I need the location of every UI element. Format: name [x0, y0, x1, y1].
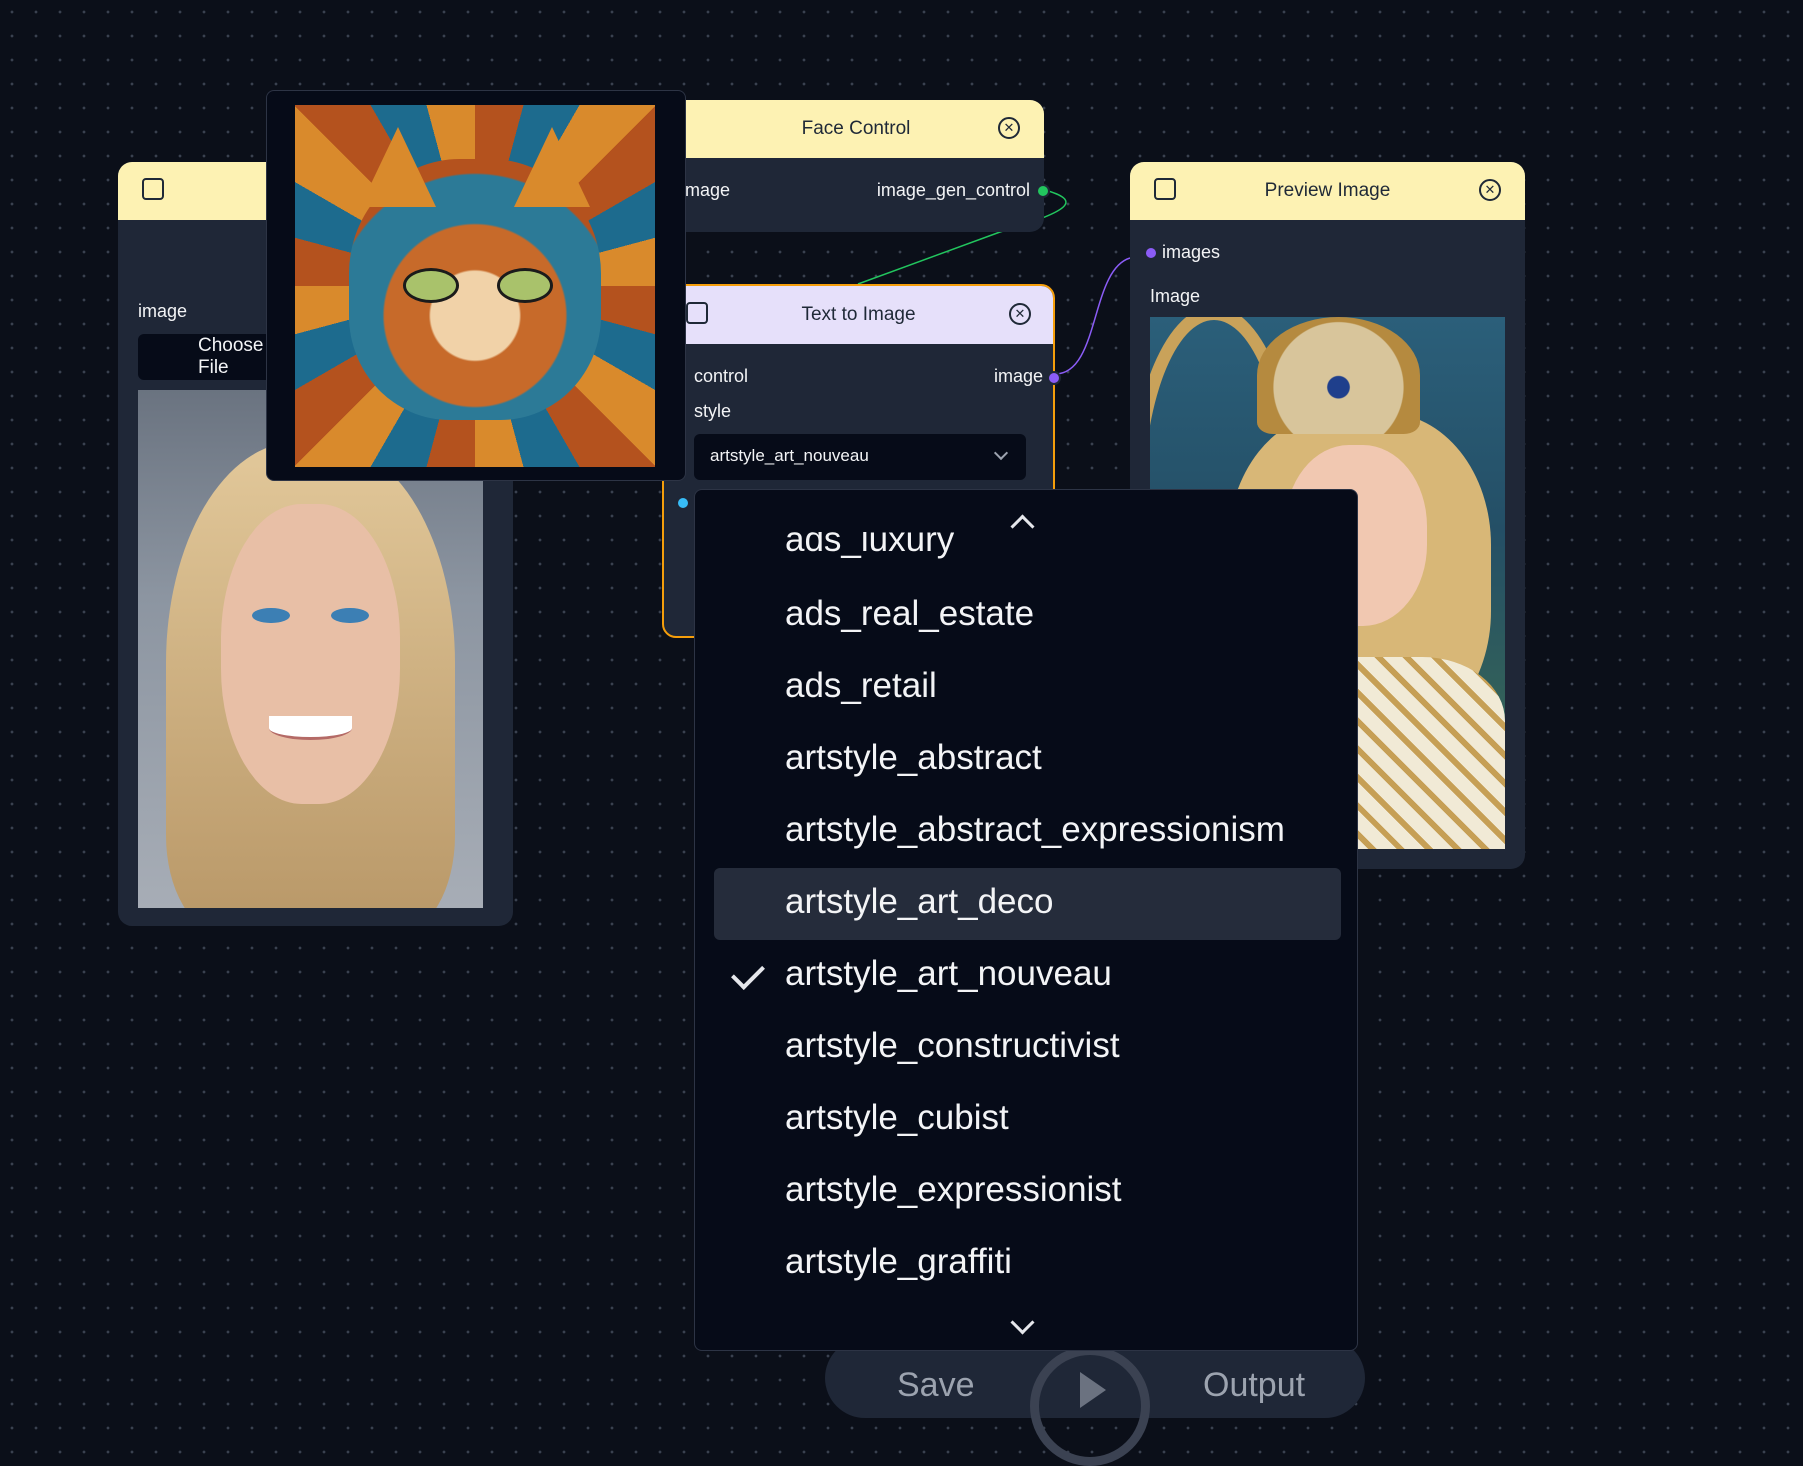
style-select[interactable]: artstyle_art_nouveau	[694, 434, 1026, 480]
save-button[interactable]: Save	[897, 1366, 975, 1405]
close-icon[interactable]: ✕	[1479, 179, 1501, 201]
dropdown-option[interactable]: ads_retail	[785, 666, 937, 706]
input-label-style: style	[694, 401, 732, 421]
image-text-icon[interactable]	[686, 302, 708, 324]
dropdown-option-partial[interactable]: ads_luxury	[785, 532, 954, 560]
face-control-title: Face Control	[801, 118, 911, 139]
input-port[interactable]	[676, 496, 690, 510]
chevron-down-icon	[993, 445, 1009, 461]
face-control-node-header[interactable]: Face Control ✕	[668, 100, 1044, 158]
preview-image-title: Preview Image	[1264, 180, 1391, 201]
dropdown-option[interactable]: artstyle_expressionist	[785, 1170, 1122, 1210]
face-control-node[interactable]: Face Control ✕ mage image_gen_control	[668, 100, 1050, 232]
sliders-icon[interactable]	[142, 178, 164, 200]
dropdown-option[interactable]: ads_real_estate	[785, 594, 1034, 634]
input-label-image: mage	[685, 180, 731, 200]
output-port-image[interactable]	[1047, 371, 1061, 385]
cat-image	[295, 105, 655, 467]
sliders-icon[interactable]	[1154, 178, 1176, 200]
input-label-image: image	[138, 301, 188, 321]
dropdown-option-selected[interactable]: artstyle_art_nouveau	[785, 954, 1112, 994]
play-icon	[1080, 1372, 1106, 1408]
output-label-image-gen-control: image_gen_control	[876, 180, 1030, 200]
close-icon[interactable]: ✕	[1009, 303, 1031, 325]
style-select-value: artstyle_art_nouveau	[710, 446, 869, 465]
dropdown-option[interactable]: artstyle_abstract	[785, 738, 1042, 778]
text-to-image-node-header[interactable]: Text to Image ✕	[664, 286, 1053, 344]
text-to-image-title: Text to Image	[801, 304, 916, 325]
close-icon[interactable]: ✕	[998, 117, 1020, 139]
dropdown-option[interactable]: artstyle_graffiti	[785, 1242, 1012, 1282]
dropdown-option[interactable]: artstyle_abstract_expressionism	[785, 810, 1285, 850]
input-port-images[interactable]	[1144, 246, 1158, 260]
dropdown-option-highlighted[interactable]: artstyle_art_deco	[785, 882, 1053, 922]
cat-image-card[interactable]	[266, 90, 686, 481]
scroll-up-icon[interactable]	[1010, 514, 1035, 539]
edge-text-to-image-to-preview	[1054, 257, 1131, 375]
image-label: Image	[1150, 286, 1201, 306]
check-icon	[731, 956, 765, 990]
output-label-image: image	[993, 366, 1043, 386]
output-button[interactable]: Output	[1203, 1366, 1305, 1405]
preview-image-node-header[interactable]: Preview Image ✕	[1130, 162, 1525, 220]
input-label-control: control	[694, 366, 749, 386]
dropdown-option[interactable]: artstyle_constructivist	[785, 1026, 1120, 1066]
style-dropdown-menu[interactable]: ads_luxury ads_real_estate ads_retail ar…	[694, 489, 1358, 1351]
scroll-down-icon[interactable]	[1010, 1310, 1035, 1335]
input-label-images: images	[1162, 242, 1221, 262]
dropdown-option[interactable]: artstyle_cubist	[785, 1098, 1009, 1138]
output-port-image-gen-control[interactable]	[1036, 184, 1050, 198]
